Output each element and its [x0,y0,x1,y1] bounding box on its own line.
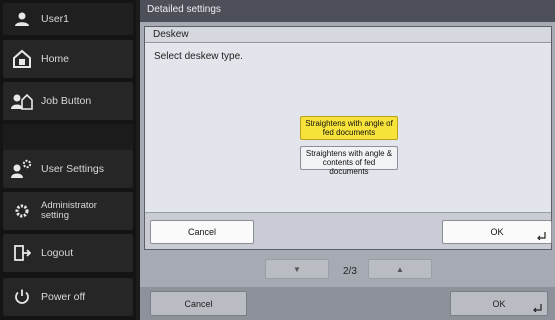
option-angle-of-fed-documents[interactable]: Straightens with angle of fed documents [300,116,398,140]
power-off-label: Power off [41,290,86,303]
administrator-setting-button[interactable]: Administrator setting [3,192,133,230]
enter-icon [533,304,542,312]
dialog-ok-button[interactable]: OK [442,220,552,244]
logout-icon [11,242,33,264]
bottom-bar: Cancel OK [140,287,555,320]
home-icon [11,48,33,70]
deskew-dialog: Deskew Select deskew type. Straightens w… [144,26,552,250]
dialog-cancel-button[interactable]: Cancel [150,220,254,244]
triangle-down-icon: ▼ [293,264,301,274]
cancel-label: Cancel [184,298,213,309]
dialog-title: Deskew [145,27,551,43]
page-indicator: 2/3 [343,266,357,277]
page-down-button[interactable]: ▼ [265,259,329,279]
home-label: Home [41,52,70,65]
dialog-prompt: Select deskew type. [154,51,243,62]
ok-label: OK [492,298,506,309]
power-icon [11,286,33,308]
dialog-ok-label: OK [490,227,504,237]
logout-button[interactable]: Logout [3,234,133,272]
pager: ▼ 2/3 ▲ [140,256,555,284]
option-label-line2: contents of fed documents [322,158,376,176]
user-label: User1 [41,12,70,25]
sidebar: User1 Home Job Button User Settings Admi… [0,0,136,320]
job-button-label: Job Button [41,94,92,107]
job-button[interactable]: Job Button [3,82,133,120]
main-area: Detailed settings Deskew Select deskew t… [140,0,555,320]
page-title: Detailed settings [140,0,555,22]
triangle-up-icon: ▲ [396,264,404,274]
dialog-cancel-label: Cancel [187,227,216,237]
dialog-footer: Cancel OK [145,212,552,249]
user-settings-label: User Settings [41,162,105,175]
user-button[interactable]: User1 [3,3,133,35]
ok-button[interactable]: OK [450,291,548,316]
home-button[interactable]: Home [3,40,133,78]
power-off-button[interactable]: Power off [3,278,133,316]
dialog-body: Select deskew type. Straightens with ang… [145,44,551,212]
option-angle-and-contents[interactable]: Straightens with angle & contents of fed… [300,146,398,176]
cancel-button[interactable]: Cancel [150,291,247,316]
option-label-line1: Straightens with angle of [305,119,393,128]
option-label-line2: fed documents [322,128,376,137]
user-icon [11,8,33,30]
user-settings-icon [11,158,33,180]
gear-icon [11,200,33,222]
administrator-setting-label-line2: setting [41,210,69,221]
logout-label: Logout [41,246,74,259]
enter-icon [537,232,546,240]
page-up-button[interactable]: ▲ [368,259,432,279]
user-settings-button[interactable]: User Settings [3,150,133,188]
option-label-line1: Straightens with angle & [305,149,393,158]
job-button-icon [11,90,33,112]
